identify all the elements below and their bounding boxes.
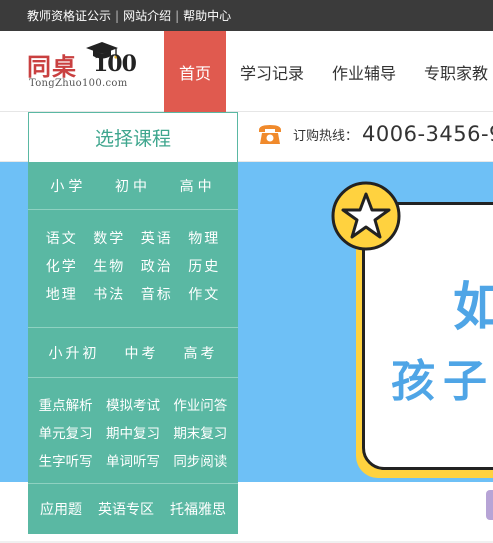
logo-number: 100 [93,51,137,77]
select-course-tab[interactable]: 选择课程 [28,112,238,162]
hotline: 订购热线： 4006-3456-9 [257,122,493,146]
site-header: 同桌 100 TongZhuo100.com 首页 学习记录 作业辅导 专职家教 [0,31,493,112]
logo-url: TongZhuo100.com [29,78,128,89]
menu-item-senior[interactable]: 高中 [180,176,216,196]
menu-item-tool[interactable]: 模拟考试 [106,394,160,414]
menu-item-subject[interactable]: 数学 [93,228,125,248]
menu-item-tool[interactable]: 期末复习 [173,422,227,442]
menu-item-subject[interactable]: 音标 [141,284,173,304]
logo-chinese: 同桌 [27,52,77,81]
menu-item-junior[interactable]: 初中 [115,176,151,196]
banner-text-line2: 孩子 [391,356,493,407]
hotline-label: 订购热线： [293,128,359,144]
main-nav: 首页 学习记录 作业辅导 专职家教 [164,31,493,112]
menu-item-extra[interactable]: 英语专区 [98,499,154,519]
top-links-bar: 教师资格证公示 | 网站介绍 | 帮助中心 [0,0,493,31]
link-help-center[interactable]: 帮助中心 [183,7,231,24]
menu-group-levels: 小学 初中 高中 [28,162,238,210]
link-teacher-cert[interactable]: 教师资格证公示 [27,7,111,24]
menu-item-subject[interactable]: 英语 [141,228,173,248]
nav-homework-help[interactable]: 作业辅导 [318,31,410,112]
menu-item-tool[interactable]: 作业问答 [173,394,227,414]
menu-item-extra[interactable]: 托福雅思 [170,499,226,519]
course-menu: 小学 初中 高中 语文 数学 英语 物理 化学 生物 政治 历史 地理 书法 音… [28,162,238,534]
menu-item-tool[interactable]: 期中复习 [106,422,160,442]
menu-item-subject[interactable]: 历史 [188,256,220,276]
menu-item-subject[interactable]: 生物 [93,256,125,276]
hotline-number: 4006-3456-9 [362,122,493,146]
nav-tutor[interactable]: 专职家教 [410,31,493,112]
menu-item-subject[interactable]: 物理 [188,228,220,248]
menu-item-subject[interactable]: 作文 [188,284,220,304]
menu-item-subject[interactable]: 地理 [46,284,78,304]
nav-home[interactable]: 首页 [164,31,226,112]
sub-bar: 选择课程 订购热线： 4006-3456-9 [0,112,493,162]
menu-item-extra[interactable]: 应用题 [40,499,82,519]
menu-item-subject[interactable]: 语文 [46,228,78,248]
menu-item-subject[interactable]: 政治 [141,256,173,276]
menu-item-subject[interactable]: 化学 [46,256,78,276]
banner-text-line1: 如 [453,278,493,338]
menu-item-exam[interactable]: 小升初 [49,343,100,363]
partial-thumbnail[interactable] [486,490,493,520]
menu-item-primary[interactable]: 小学 [50,176,86,196]
separator: | [175,8,180,23]
menu-group-subjects: 语文 数学 英语 物理 化学 生物 政治 历史 地理 书法 音标 作文 [28,210,238,328]
site-logo[interactable]: 同桌 100 TongZhuo100.com [27,41,157,103]
menu-group-exams: 小升初 中考 高考 [28,328,238,378]
star-icon [331,181,401,251]
menu-item-exam[interactable]: 中考 [125,343,159,363]
menu-item-tool[interactable]: 单元复习 [39,422,93,442]
menu-item-exam[interactable]: 高考 [184,343,218,363]
menu-item-tool[interactable]: 生字听写 [39,450,93,470]
nav-study-record[interactable]: 学习记录 [226,31,318,112]
phone-icon [259,125,281,144]
menu-item-tool[interactable]: 单词听写 [106,450,160,470]
separator: | [115,8,120,23]
menu-item-subject[interactable]: 书法 [93,284,125,304]
menu-group-extras: 应用题 英语专区 托福雅思 [28,484,238,534]
menu-item-tool[interactable]: 重点解析 [39,394,93,414]
menu-group-tools: 重点解析 模拟考试 作业问答 单元复习 期中复习 期末复习 生字听写 单词听写 … [28,378,238,484]
link-site-intro[interactable]: 网站介绍 [123,7,171,24]
menu-item-tool[interactable]: 同步阅读 [173,450,227,470]
